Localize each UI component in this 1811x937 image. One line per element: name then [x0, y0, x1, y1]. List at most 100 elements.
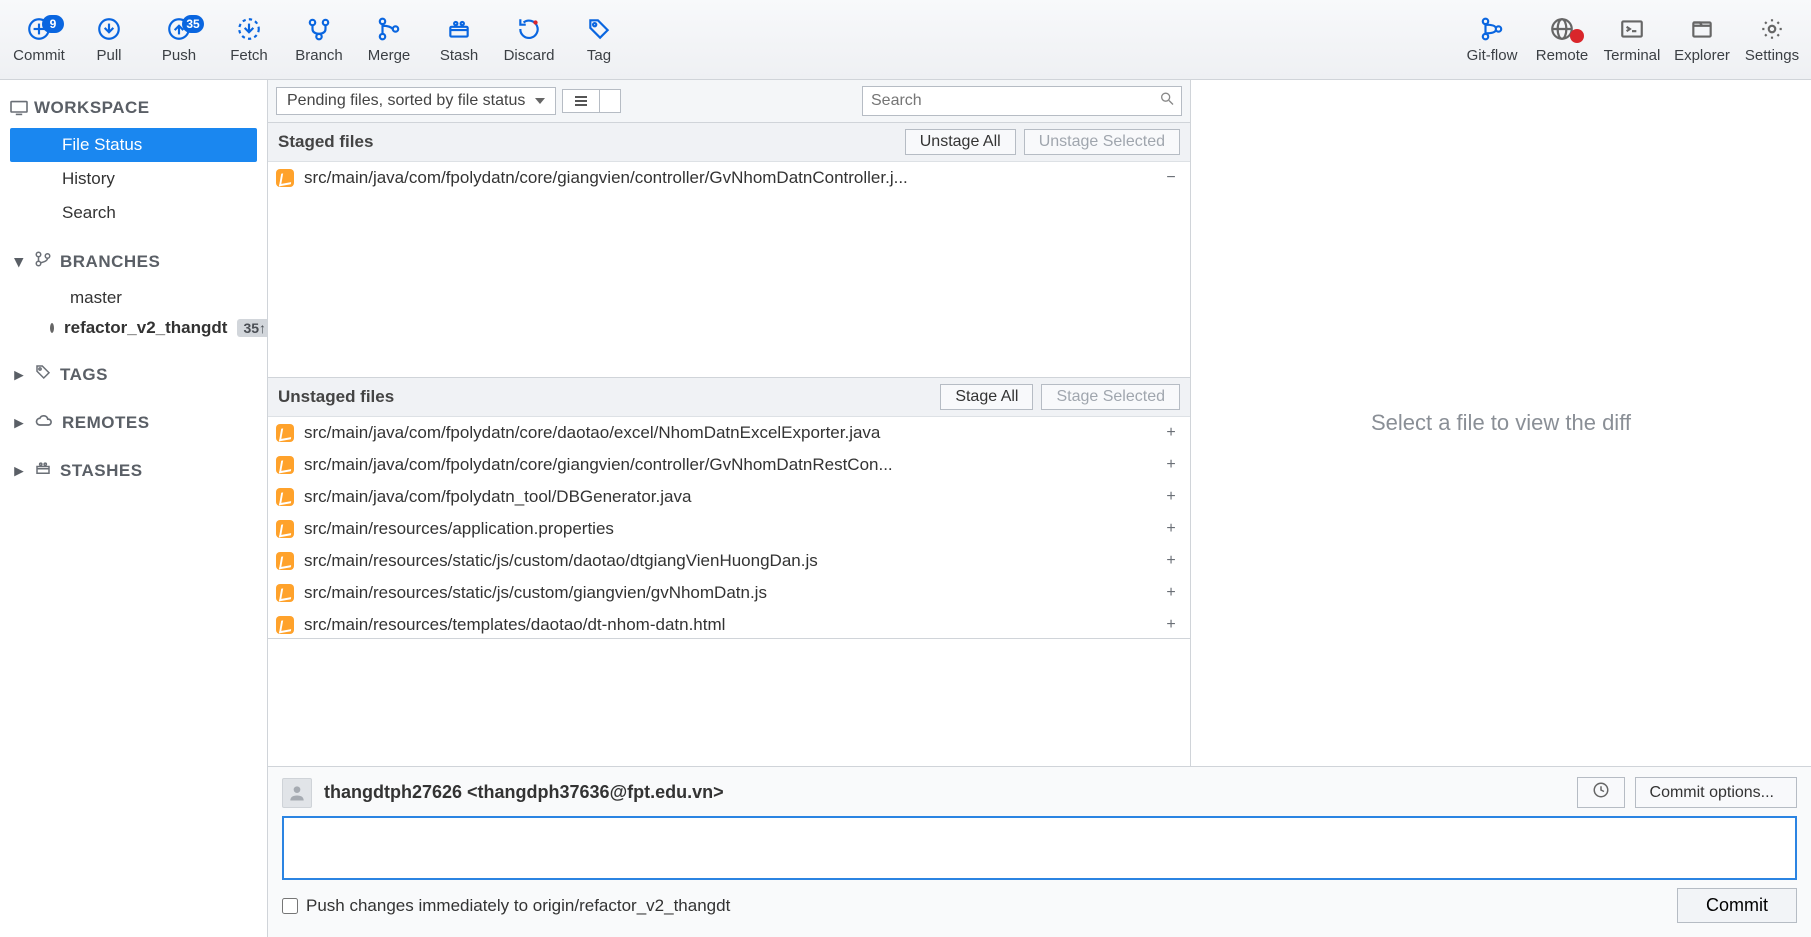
commit-author: thangdtph27626 <thangdph37636@fpt.edu.vn… — [324, 782, 724, 803]
file-panel-options: Pending files, sorted by file status — [268, 80, 1190, 123]
stage-file-button[interactable]: + — [1160, 518, 1182, 540]
modified-icon — [276, 456, 294, 474]
modified-icon — [276, 424, 294, 442]
stage-selected-button[interactable]: Stage Selected — [1041, 384, 1180, 410]
sidebar-item-file-status[interactable]: File Status — [10, 128, 257, 162]
merge-button[interactable]: Merge — [354, 11, 424, 68]
toolbar-left-group: 9 Commit Pull 35 Push Fetch Branch Merge… — [4, 11, 634, 68]
stage-file-button[interactable]: + — [1160, 486, 1182, 508]
branch-item[interactable]: master — [10, 283, 257, 313]
diff-panel: Select a file to view the diff — [1191, 80, 1811, 766]
file-path: src/main/java/com/fpolydatn_tool/DBGener… — [304, 487, 1150, 507]
stage-file-button[interactable]: + — [1160, 614, 1182, 636]
modified-icon — [276, 520, 294, 538]
staged-file-row[interactable]: src/main/java/com/fpolydatn/core/giangvi… — [268, 162, 1190, 194]
fetch-button[interactable]: Fetch — [214, 11, 284, 68]
staged-file-list: src/main/java/com/fpolydatn/core/giangvi… — [268, 162, 1190, 378]
commit-message-input[interactable] — [282, 816, 1797, 880]
unstaged-file-row[interactable]: src/main/resources/static/js/custom/daot… — [268, 545, 1190, 577]
file-path: src/main/java/com/fpolydatn/core/daotao/… — [304, 423, 1150, 443]
stage-all-button[interactable]: Stage All — [940, 384, 1033, 410]
unstaged-file-row[interactable]: src/main/java/com/fpolydatn/core/giangvi… — [268, 449, 1190, 481]
remotes-section-header[interactable]: ▸ REMOTES — [10, 406, 257, 439]
branch-item[interactable]: refactor_v2_thangdt35↑ — [10, 313, 257, 343]
chevron-down-icon: ▾ — [12, 252, 26, 272]
file-path: src/main/resources/application.propertie… — [304, 519, 1150, 539]
pull-button[interactable]: Pull — [74, 11, 144, 68]
commit-options-dropdown[interactable]: Commit options... — [1635, 777, 1797, 808]
view-dropdown-button[interactable] — [599, 90, 620, 112]
modified-icon — [276, 616, 294, 634]
branch-button[interactable]: Branch — [284, 11, 354, 68]
stash-icon — [445, 15, 473, 43]
unstaged-file-row[interactable]: src/main/resources/static/js/custom/gian… — [268, 577, 1190, 609]
main-toolbar: 9 Commit Pull 35 Push Fetch Branch Merge… — [0, 0, 1811, 80]
chevron-right-icon: ▸ — [12, 365, 26, 385]
stashes-section-header[interactable]: ▸ STASHES — [10, 453, 257, 488]
search-input[interactable] — [863, 87, 1181, 115]
view-list-button[interactable] — [563, 90, 599, 112]
commit-submit-button[interactable]: Commit — [1677, 888, 1797, 923]
explorer-icon — [1688, 15, 1716, 43]
unstaged-file-row[interactable]: src/main/java/com/fpolydatn_tool/DBGener… — [268, 481, 1190, 513]
discard-button[interactable]: Discard — [494, 11, 564, 68]
stash-glyph-icon — [34, 459, 52, 482]
tag-button[interactable]: Tag — [564, 11, 634, 68]
search-input-wrapper — [862, 86, 1182, 116]
chevron-down-icon — [535, 98, 545, 104]
file-path: src/main/resources/static/js/custom/daot… — [304, 551, 1150, 571]
search-icon — [1159, 91, 1175, 112]
discard-icon — [515, 15, 543, 43]
unstaged-file-list: src/main/java/com/fpolydatn/core/daotao/… — [268, 417, 1190, 639]
sidebar-item-history[interactable]: History — [10, 162, 257, 196]
unstaged-header: Unstaged files Stage All Stage Selected — [268, 378, 1190, 417]
explorer-button[interactable]: Explorer — [1667, 11, 1737, 68]
unstaged-file-row[interactable]: src/main/resources/application.propertie… — [268, 513, 1190, 545]
commit-history-button[interactable] — [1577, 777, 1625, 808]
current-branch-indicator — [50, 323, 54, 333]
sort-dropdown[interactable]: Pending files, sorted by file status — [276, 87, 556, 115]
commit-button[interactable]: 9 Commit — [4, 11, 74, 68]
stage-file-button[interactable]: + — [1160, 422, 1182, 444]
staged-header: Staged files Unstage All Unstage Selecte… — [268, 123, 1190, 162]
push-immediately-checkbox[interactable] — [282, 898, 298, 914]
unstage-all-button[interactable]: Unstage All — [905, 129, 1016, 155]
sidebar-item-search[interactable]: Search — [10, 196, 257, 230]
gear-icon — [1758, 15, 1786, 43]
file-status-panel: Pending files, sorted by file status — [268, 80, 1191, 766]
tag-icon — [585, 15, 613, 43]
chevron-right-icon: ▸ — [12, 461, 26, 481]
remote-button[interactable]: Remote — [1527, 11, 1597, 68]
gitflow-icon — [1478, 15, 1506, 43]
branches-section-header[interactable]: ▾ BRANCHES — [10, 244, 257, 279]
push-button[interactable]: 35 Push — [144, 11, 214, 68]
fetch-icon — [235, 15, 263, 43]
push-badge: 35 — [182, 15, 204, 33]
tag-glyph-icon — [34, 363, 52, 386]
unstage-selected-button[interactable]: Unstage Selected — [1024, 129, 1180, 155]
stage-file-button[interactable]: + — [1160, 454, 1182, 476]
file-path: src/main/resources/templates/daotao/dt-n… — [304, 615, 1150, 635]
unstage-file-button[interactable]: − — [1160, 167, 1182, 189]
monitor-icon — [12, 100, 26, 116]
branch-glyph-icon — [34, 250, 52, 273]
tags-section-header[interactable]: ▸ TAGS — [10, 357, 257, 392]
push-immediately-label: Push changes immediately to origin/refac… — [306, 896, 730, 916]
stage-file-button[interactable]: + — [1160, 550, 1182, 572]
cloud-icon — [34, 412, 54, 433]
stage-file-button[interactable]: + — [1160, 582, 1182, 604]
unstaged-file-row[interactable]: src/main/java/com/fpolydatn/core/daotao/… — [268, 417, 1190, 449]
branch-name: master — [70, 288, 122, 308]
remote-alert-badge — [1570, 29, 1584, 43]
modified-icon — [276, 552, 294, 570]
branch-name: refactor_v2_thangdt — [64, 318, 227, 338]
diff-placeholder-text: Select a file to view the diff — [1371, 410, 1631, 436]
gitflow-button[interactable]: Git-flow — [1457, 11, 1527, 68]
commit-badge: 9 — [42, 15, 64, 33]
unstaged-file-row[interactable]: src/main/resources/templates/daotao/dt-n… — [268, 609, 1190, 639]
settings-button[interactable]: Settings — [1737, 11, 1807, 68]
terminal-button[interactable]: Terminal — [1597, 11, 1667, 68]
stash-button[interactable]: Stash — [424, 11, 494, 68]
file-path: src/main/java/com/fpolydatn/core/giangvi… — [304, 168, 1150, 188]
workspace-section-header[interactable]: WORKSPACE — [10, 92, 257, 124]
